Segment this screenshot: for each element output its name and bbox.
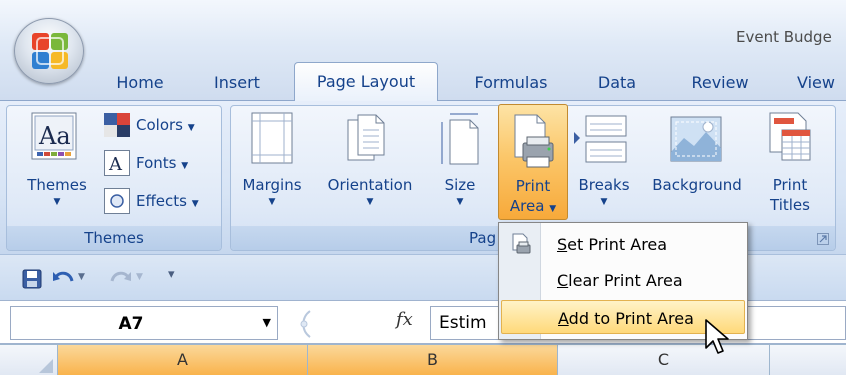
- print-area-icon: [514, 114, 554, 168]
- tab-data[interactable]: Data: [582, 66, 652, 100]
- column-header-d[interactable]: [770, 345, 846, 375]
- name-box-value: A7: [118, 314, 144, 334]
- svg-text:A: A: [108, 154, 123, 175]
- effects-icon: [104, 188, 130, 214]
- title-bar: Event Budge Home Insert Page Layout Form…: [0, 0, 846, 101]
- customize-toolbar-icon[interactable]: ▾: [168, 265, 175, 284]
- print-area-label-line2: Area ▼: [509, 197, 557, 215]
- select-all-corner[interactable]: [0, 345, 58, 375]
- tab-page-layout[interactable]: Page Layout: [294, 62, 438, 101]
- print-titles-label-line1: Print: [772, 176, 808, 194]
- breaks-icon: [574, 115, 627, 163]
- window-title: Event Budge: [736, 28, 832, 46]
- menu-item-clear-print-area[interactable]: Clear Print Area: [501, 263, 745, 297]
- clear-print-area-label: Clear Print Area: [557, 271, 683, 290]
- redo-icon[interactable]: [108, 269, 132, 289]
- name-box-dropdown-icon[interactable]: ▼: [263, 316, 271, 329]
- print-titles-icon: [769, 112, 811, 161]
- size-icon: [441, 113, 479, 165]
- print-area-button[interactable]: Print Area ▼: [498, 104, 568, 220]
- formula-value: Estim: [439, 313, 487, 333]
- set-print-area-icon: [512, 233, 531, 254]
- breaks-label: Breaks: [578, 176, 630, 194]
- themes-group-label: Themes: [7, 226, 221, 250]
- background-label: Background: [652, 176, 742, 194]
- tab-formulas[interactable]: Formulas: [458, 66, 564, 100]
- fonts-icon: A: [104, 150, 130, 176]
- column-header-b[interactable]: B: [308, 345, 558, 375]
- tab-insert[interactable]: Insert: [198, 66, 276, 100]
- colors-icon: [104, 113, 130, 137]
- orientation-icon: [347, 114, 385, 161]
- themes-icon: Aa: [31, 112, 77, 160]
- menu-item-set-print-area[interactable]: Set Print Area: [501, 227, 745, 261]
- column-header-c[interactable]: C: [558, 345, 770, 375]
- dialog-launcher-icon[interactable]: [817, 233, 829, 245]
- themes-button-label: Themes: [27, 176, 87, 194]
- margins-icon: [251, 112, 293, 164]
- column-header-a[interactable]: A: [58, 345, 308, 375]
- set-print-area-label: Set Print Area: [557, 235, 668, 254]
- background-icon: [670, 116, 722, 162]
- insert-function-icon[interactable]: fx: [396, 309, 413, 330]
- svg-text:Aa: Aa: [38, 122, 71, 150]
- formula-bar-expand-icon[interactable]: [284, 309, 314, 339]
- save-icon[interactable]: [22, 269, 42, 289]
- margins-dropdown-arrow: ▼: [268, 197, 276, 207]
- orientation-dropdown-arrow: ▼: [366, 197, 374, 207]
- office-button[interactable]: [14, 18, 84, 84]
- size-dropdown-arrow: ▼: [456, 197, 464, 207]
- add-to-print-area-label: Add to Print Area: [558, 309, 694, 328]
- themes-dropdown-arrow: ▼: [53, 197, 61, 207]
- fonts-label: Fonts ▼: [136, 154, 189, 172]
- mouse-cursor-icon: [705, 319, 729, 354]
- tab-review[interactable]: Review: [672, 66, 768, 100]
- print-titles-label-line2: Titles: [770, 196, 810, 214]
- undo-dropdown-arrow-icon[interactable]: ▼: [78, 268, 85, 287]
- margins-label: Margins: [242, 176, 302, 194]
- orientation-label: Orientation: [327, 176, 413, 194]
- size-label: Size: [444, 176, 476, 194]
- tab-view[interactable]: View: [786, 66, 846, 100]
- name-box[interactable]: A7 ▼: [10, 306, 278, 340]
- breaks-dropdown-arrow: ▼: [600, 197, 608, 207]
- colors-label: Colors ▼: [136, 116, 195, 134]
- tab-home[interactable]: Home: [100, 66, 180, 100]
- print-area-label-line1: Print: [515, 177, 551, 195]
- undo-icon[interactable]: [52, 269, 76, 289]
- redo-dropdown-arrow-icon[interactable]: ▼: [136, 268, 143, 287]
- select-all-icon: [39, 359, 53, 373]
- office-logo-icon: [32, 33, 68, 69]
- effects-label: Effects ▼: [136, 192, 199, 210]
